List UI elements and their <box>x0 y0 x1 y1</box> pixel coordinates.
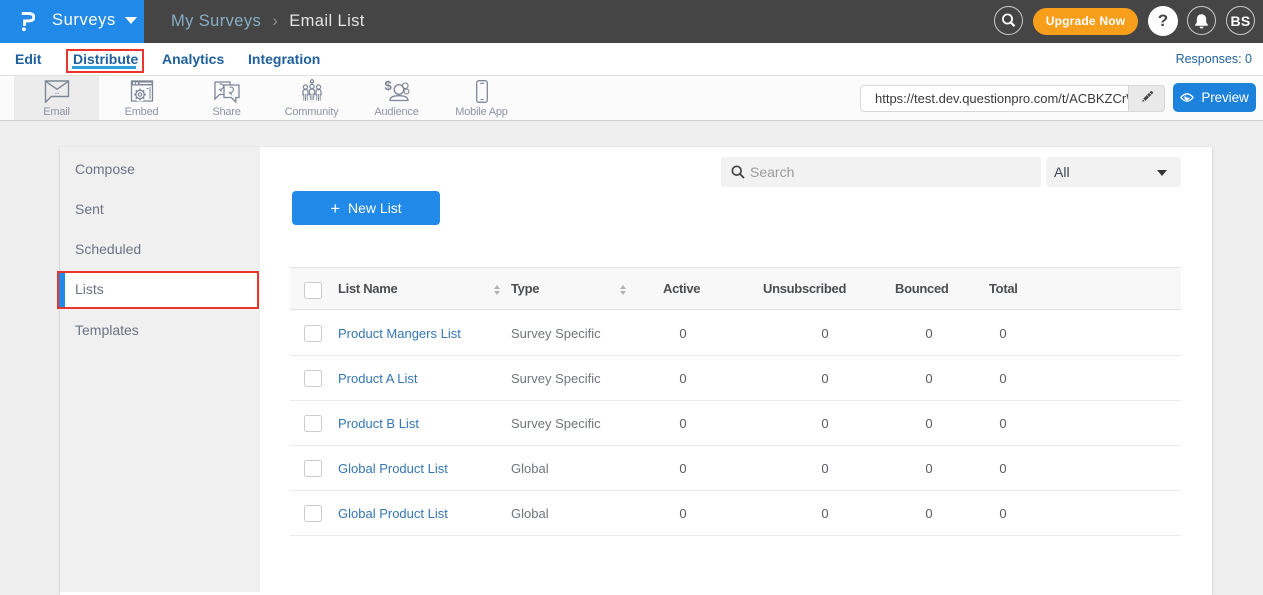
svg-text:$: $ <box>384 79 392 93</box>
